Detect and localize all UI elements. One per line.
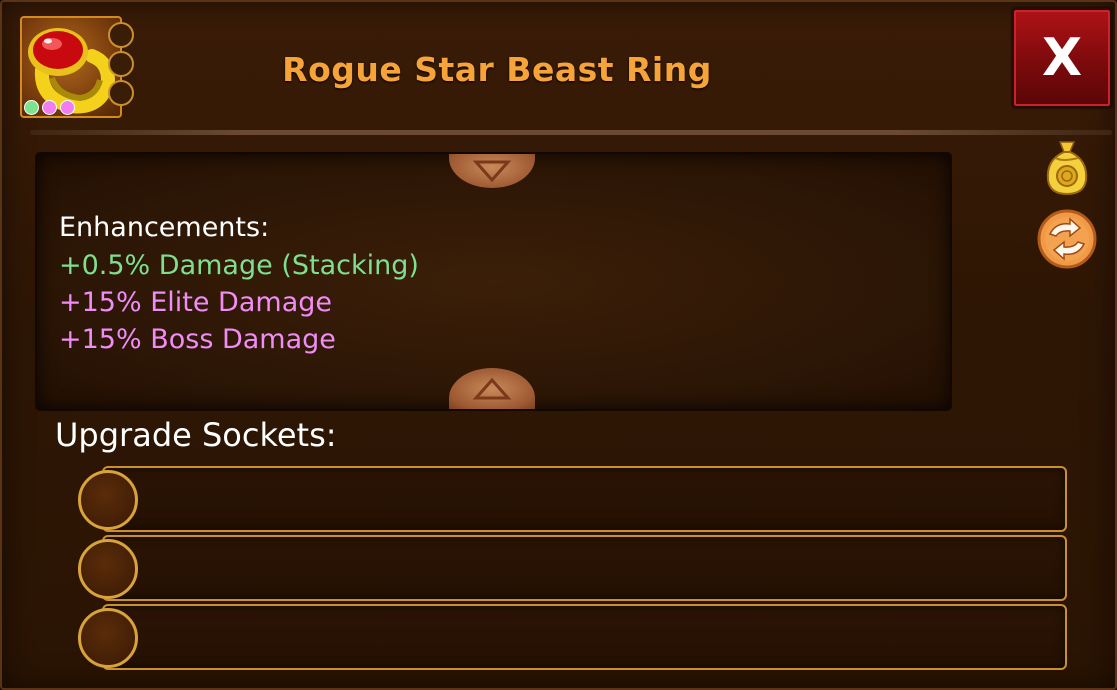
upgrade-socket-slot[interactable] (102, 604, 1067, 670)
item-icon[interactable] (20, 16, 122, 118)
enhancements-heading: Enhancements: (59, 212, 270, 243)
item-detail-panel: Rogue Star Beast Ring X Enhancements: +0… (0, 0, 1117, 690)
swap-button[interactable] (1036, 208, 1098, 274)
gem-indicators (24, 100, 75, 115)
swap-arrows-icon (1037, 209, 1097, 269)
enhancement-line: +15% Boss Damage (59, 324, 336, 355)
divider (30, 130, 1112, 135)
enhancements-box[interactable]: Enhancements: +0.5% Damage (Stacking) +1… (35, 152, 952, 411)
socket-indicator (108, 51, 134, 77)
enhancement-line: +15% Elite Damage (59, 287, 332, 318)
item-title: Rogue Star Beast Ring (282, 50, 712, 89)
enhancement-line: +0.5% Damage (Stacking) (59, 250, 419, 281)
upgrade-sockets-label: Upgrade Sockets: (55, 416, 337, 454)
gem-dot (24, 100, 39, 115)
socket-circle-icon[interactable] (78, 539, 138, 599)
upgrade-socket-slot[interactable] (102, 535, 1067, 601)
socket-indicator (108, 80, 134, 106)
triangle-down-icon (472, 160, 512, 183)
gem-dot (42, 100, 57, 115)
triangle-up-icon (472, 377, 512, 400)
sell-button[interactable] (1042, 138, 1092, 202)
item-socket-indicators (108, 22, 134, 106)
scroll-up-button[interactable] (449, 154, 535, 188)
gold-coin-bag-icon (1046, 141, 1088, 196)
socket-indicator (108, 22, 134, 48)
upgrade-socket-slot[interactable] (102, 466, 1067, 532)
gem-dot (60, 100, 75, 115)
close-button[interactable]: X (1012, 8, 1112, 108)
socket-circle-icon[interactable] (78, 608, 138, 668)
socket-circle-icon[interactable] (78, 470, 138, 530)
scroll-down-button[interactable] (449, 368, 535, 409)
